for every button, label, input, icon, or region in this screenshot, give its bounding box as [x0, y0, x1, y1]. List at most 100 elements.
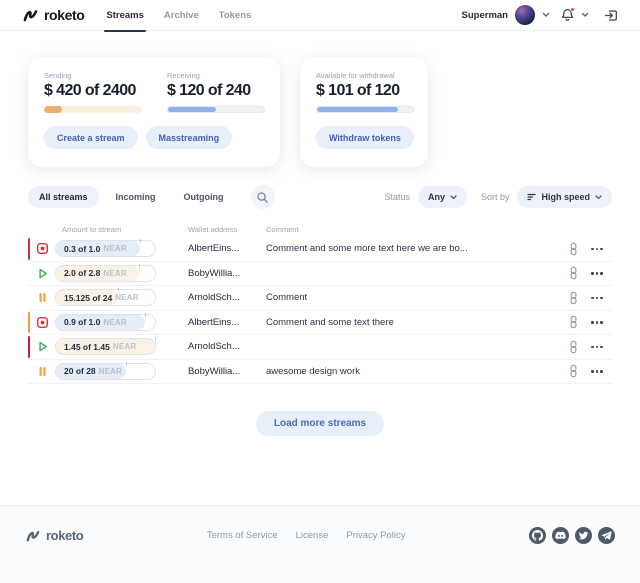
- withdraw-tokens-button[interactable]: Withdraw tokens: [316, 126, 414, 149]
- header-comment: Comment: [266, 225, 560, 234]
- brand-logo[interactable]: roketo: [22, 7, 84, 23]
- notifications-chevron-down-icon[interactable]: [581, 12, 589, 18]
- github-icon: [532, 530, 543, 541]
- terms-link[interactable]: Terms of Service: [207, 530, 278, 541]
- create-stream-button[interactable]: Create a stream: [44, 126, 138, 149]
- table-row[interactable]: 1.45 of 1.45 NEAR ArnoldSch...: [28, 335, 612, 360]
- stream-amount: 1.45 of 1.45: [64, 342, 110, 352]
- withdrawal-amount: $ 101 of 120: [316, 82, 414, 100]
- token-symbol: NEAR: [103, 318, 126, 327]
- token-symbol: NEAR: [115, 293, 138, 302]
- stream-comment: Comment and some more text here we are b…: [266, 243, 560, 254]
- link-icon: [567, 291, 580, 305]
- sign-out-button[interactable]: [604, 9, 618, 22]
- row-menu-button[interactable]: [586, 248, 608, 251]
- discord-link[interactable]: [552, 527, 569, 544]
- table-row[interactable]: 20 of 28 NEAR BobyWillia... awesome desi…: [28, 360, 612, 385]
- roketo-logo-icon: [22, 8, 39, 23]
- avatar[interactable]: [515, 5, 535, 25]
- table-row[interactable]: 0.3 of 1.0 NEAR AlbertEins... Comment an…: [28, 237, 612, 262]
- sort-select[interactable]: High speed: [517, 186, 612, 208]
- wallet-address: ArnoldSch...: [157, 292, 266, 303]
- row-menu-button[interactable]: [586, 370, 608, 373]
- link-icon: [567, 364, 580, 378]
- notifications-button[interactable]: [561, 8, 574, 22]
- twitter-icon: [578, 530, 589, 541]
- stream-progress-pill: 2.0 of 2.8 NEAR: [55, 265, 156, 282]
- sign-out-icon: [604, 9, 618, 22]
- status-value: Any: [428, 192, 445, 202]
- footer-links: Terms of Service License Privacy Policy: [207, 530, 406, 541]
- wallet-address: BobyWillia...: [157, 268, 266, 279]
- link-icon: [567, 340, 580, 354]
- stream-amount: 0.9 of 1.0: [64, 317, 100, 327]
- notification-badge-dot: [570, 7, 575, 12]
- tab-incoming[interactable]: Incoming: [105, 186, 167, 208]
- row-status-stripe: [28, 238, 30, 260]
- row-menu-button[interactable]: [586, 346, 608, 349]
- row-menu-button[interactable]: [586, 297, 608, 300]
- tab-all-streams[interactable]: All streams: [28, 186, 99, 208]
- masstreaming-button[interactable]: Masstreaming: [146, 126, 233, 149]
- search-button[interactable]: [251, 185, 275, 209]
- table-header: Amount to stream Wallet address Comment: [28, 222, 612, 237]
- search-icon: [256, 191, 269, 204]
- sort-value: High speed: [541, 192, 590, 202]
- nav-tokens[interactable]: Tokens: [219, 0, 252, 30]
- stop-icon: [36, 242, 55, 255]
- social-links: [529, 527, 615, 544]
- table-row[interactable]: 15.125 of 24 NEAR ArnoldSch... Comment: [28, 286, 612, 311]
- footer-brand[interactable]: roketo: [25, 528, 83, 543]
- tab-outgoing[interactable]: Outgoing: [173, 186, 235, 208]
- filter-bar: All streams Incoming Outgoing Status Any…: [28, 185, 612, 209]
- telegram-link[interactable]: [598, 527, 615, 544]
- user-menu-chevron-down-icon[interactable]: [542, 12, 550, 18]
- link-icon: [567, 315, 580, 329]
- load-more-wrap: Load more streams: [28, 411, 612, 436]
- withdrawal-progress-bar: [316, 106, 414, 113]
- status-select[interactable]: Any: [418, 186, 467, 208]
- row-menu-button[interactable]: [586, 321, 608, 324]
- stream-link-button[interactable]: [560, 315, 586, 329]
- main-nav: Streams Archive Tokens: [106, 0, 251, 30]
- pause-icon: [36, 291, 55, 304]
- stream-amount: 15.125 of 24: [64, 293, 112, 303]
- row-status-stripe: [28, 312, 30, 334]
- status-label: Status: [384, 192, 410, 202]
- roketo-app: roketo Streams Archive Tokens Superman: [0, 0, 640, 583]
- token-symbol: NEAR: [103, 269, 126, 278]
- row-menu-button[interactable]: [586, 272, 608, 275]
- github-link[interactable]: [529, 527, 546, 544]
- nav-streams[interactable]: Streams: [106, 0, 144, 30]
- receiving-amount: $ 120 of 240: [167, 82, 265, 100]
- footer-brand-name: roketo: [46, 528, 83, 543]
- table-row[interactable]: 2.0 of 2.8 NEAR BobyWillia...: [28, 262, 612, 287]
- stream-link-button[interactable]: [560, 364, 586, 378]
- withdrawal-progress-fill: [317, 107, 398, 112]
- withdrawal-card: Available for withdrawal $ 101 of 120 Wi…: [300, 57, 428, 167]
- discord-icon: [555, 530, 566, 541]
- link-icon: [567, 266, 580, 280]
- load-more-button[interactable]: Load more streams: [256, 411, 384, 436]
- chevron-down-icon: [450, 195, 457, 200]
- stop-icon: [36, 316, 55, 329]
- header-wallet: Wallet address: [157, 225, 266, 234]
- nav-archive[interactable]: Archive: [164, 0, 199, 30]
- header-amount: Amount to stream: [55, 225, 157, 234]
- privacy-link[interactable]: Privacy Policy: [346, 530, 405, 541]
- user-name: Superman: [462, 10, 508, 21]
- telegram-icon: [601, 530, 612, 541]
- footer: roketo Terms of Service License Privacy …: [0, 505, 640, 583]
- stream-comment: awesome design work: [266, 366, 560, 377]
- stream-link-button[interactable]: [560, 242, 586, 256]
- stream-link-button[interactable]: [560, 266, 586, 280]
- summary-cards: Sending $ 420 of 2400 Receiving $ 120 of…: [28, 57, 612, 167]
- row-status-stripe: [28, 287, 30, 309]
- table-row[interactable]: 0.9 of 1.0 NEAR AlbertEins... Comment an…: [28, 311, 612, 336]
- stream-progress-pill: 20 of 28 NEAR: [55, 363, 156, 380]
- stream-link-button[interactable]: [560, 291, 586, 305]
- license-link[interactable]: License: [296, 530, 329, 541]
- twitter-link[interactable]: [575, 527, 592, 544]
- stream-link-button[interactable]: [560, 340, 586, 354]
- kebab-icon: [591, 297, 603, 300]
